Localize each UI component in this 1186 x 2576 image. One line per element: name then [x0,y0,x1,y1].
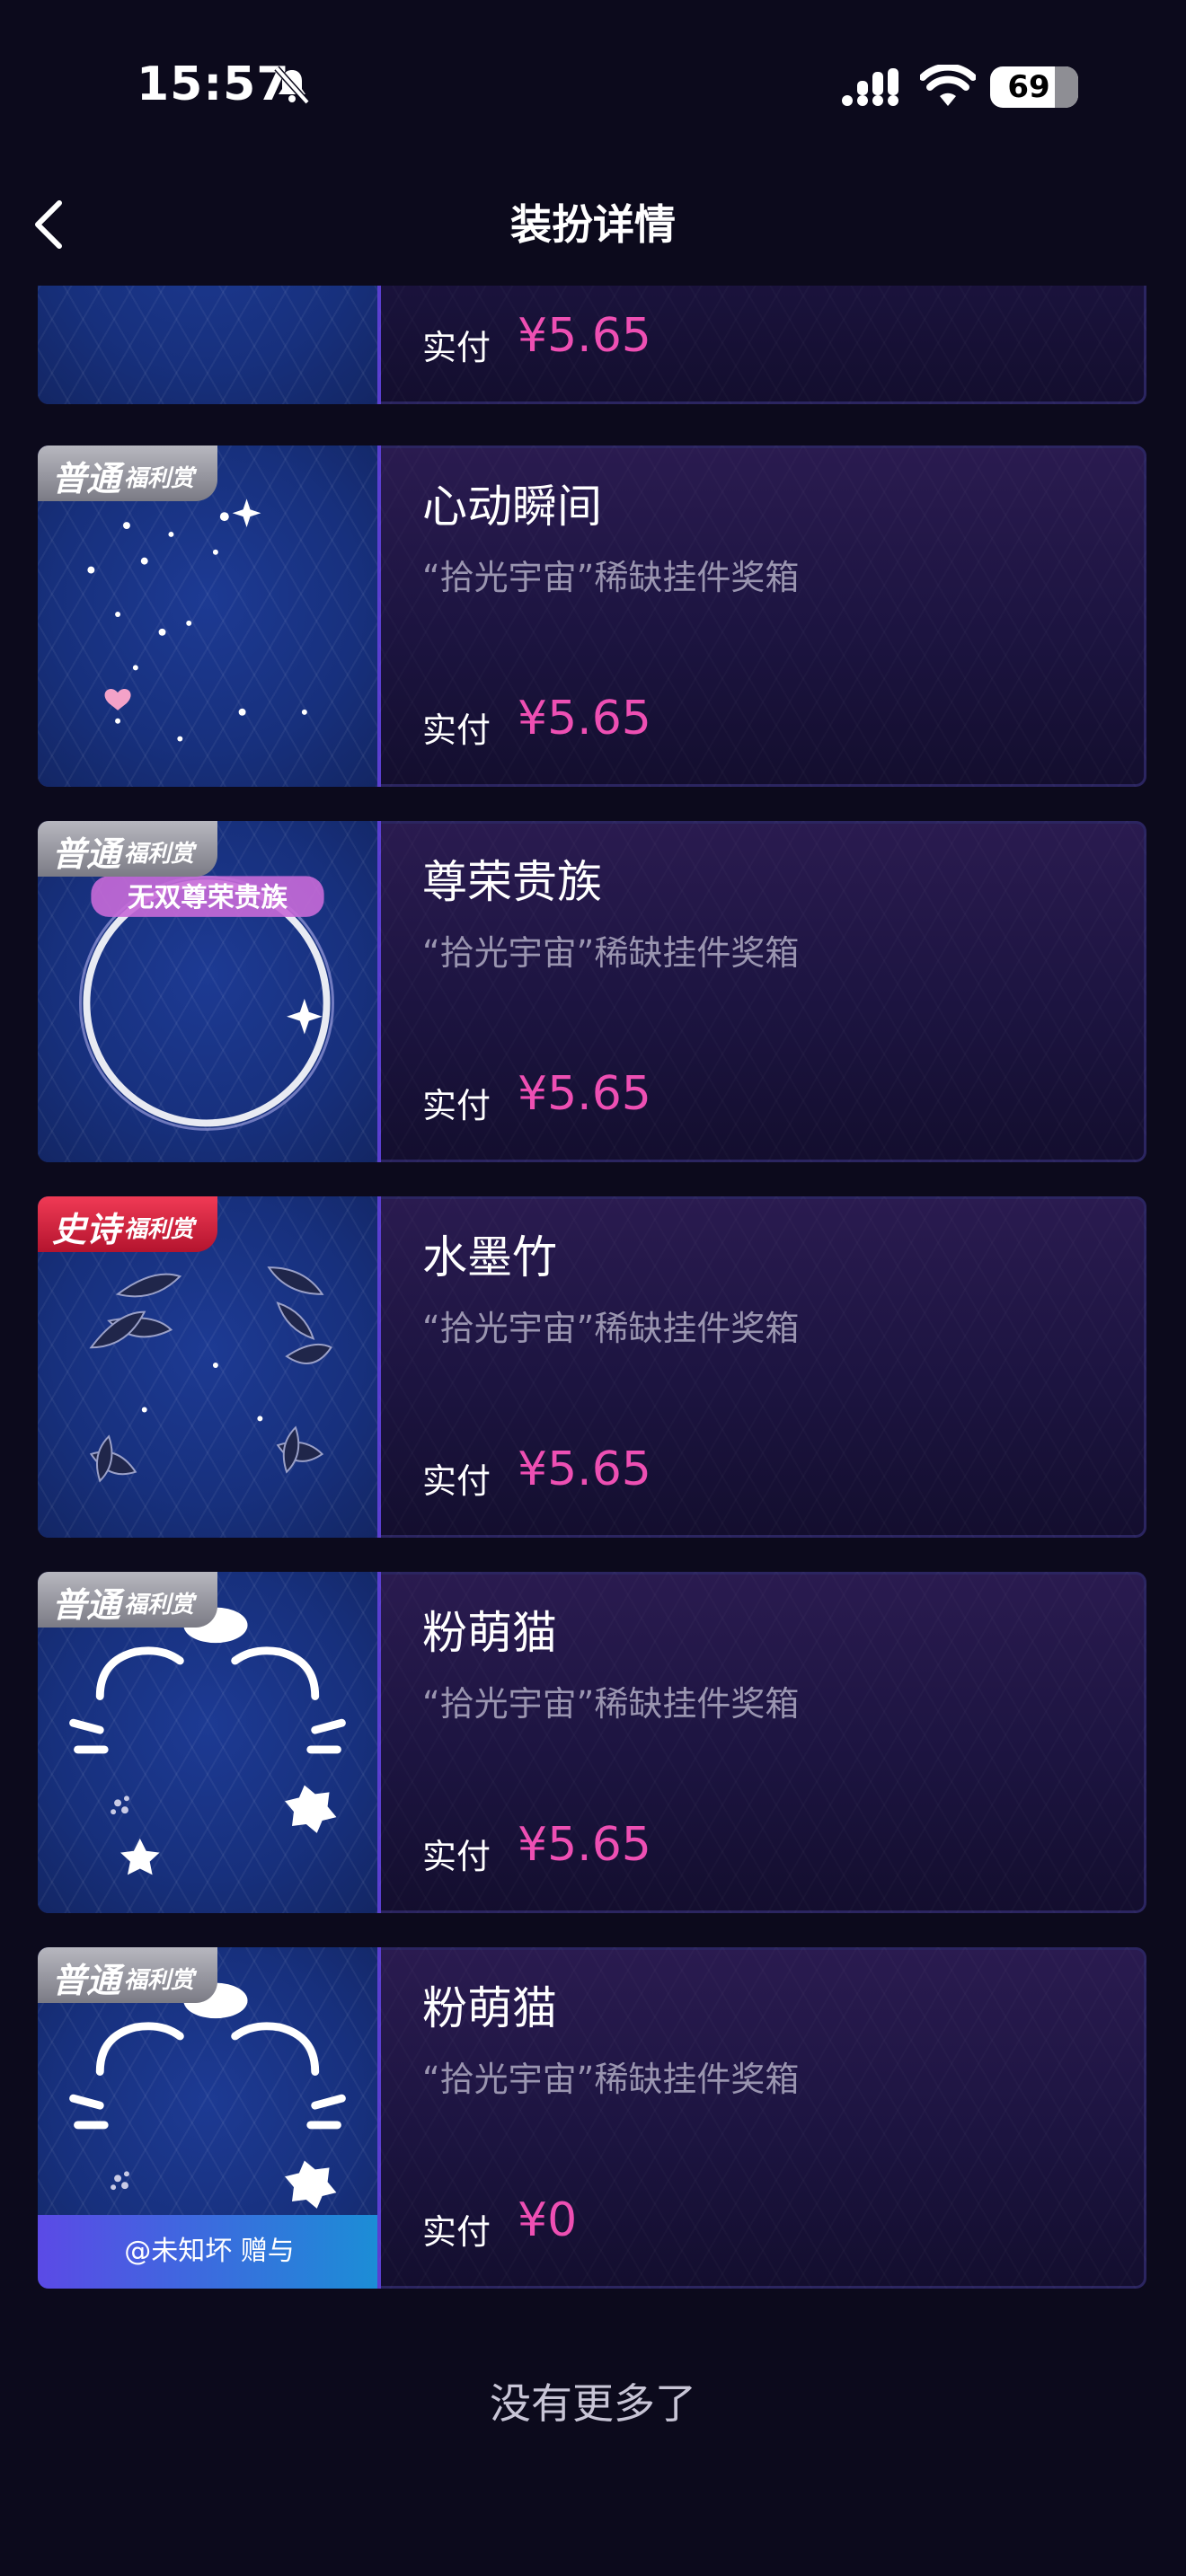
pay-label: 实付 [422,2212,491,2252]
list-item[interactable]: 普通 福利赏 @未知坏 赠与 粉萌猫 “拾光宇宙”稀缺挂件奖箱 实付 ¥0 [38,1947,1146,2289]
rarity-badge: 普通 福利赏 [38,1947,217,2003]
ring-banner-text: 无双尊荣贵族 [128,881,288,913]
status-bar: 15:57 69 [0,0,1186,171]
item-thumbnail: 普通 福利赏 无双尊荣贵族 [38,821,381,1162]
rarity-badge: 普通 福利赏 [38,821,217,877]
list-item[interactable]: 普通 福利赏 粉萌猫 “拾光宇宙”稀缺挂件奖箱 实付 ¥5.65 [38,1572,1146,1913]
gift-sender-label: @未知坏 赠与 [38,2215,377,2289]
pay-label: 实付 [422,1837,491,1876]
price: ¥5.65 [518,692,651,745]
price: ¥5.65 [518,309,651,363]
status-time: 15:57 [137,57,290,111]
badge-type: 福利赏 [124,1216,195,1243]
price: ¥5.65 [518,1067,651,1121]
item-name: 粉萌猫 [422,1607,557,1659]
list-item[interactable]: 史诗 福利赏 水墨竹 “拾光宇宙”稀缺挂件奖箱 实付 ¥5.65 [38,1196,1146,1538]
badge-rarity: 普通 [52,834,121,874]
pay-label: 实付 [422,710,491,750]
price: ¥5.65 [518,1818,651,1872]
list-item[interactable]: 普通 福利赏 心动瞬间 “拾光宇宙”稀缺挂件奖箱 实付 ¥5.65 [38,446,1146,787]
item-description: “拾光宇宙”稀缺挂件奖箱 [422,2060,800,2099]
badge-type: 福利赏 [124,1967,195,1994]
battery-indicator: 69 [990,66,1078,108]
navigation-bar: 装扮详情 [0,171,1186,278]
mute-bell-icon [274,66,310,105]
page-title: 装扮详情 [510,200,676,249]
item-description: “拾光宇宙”稀缺挂件奖箱 [422,558,800,597]
badge-type: 福利赏 [124,1592,195,1619]
end-of-list-text: 没有更多了 [490,2379,696,2428]
price: ¥5.65 [518,1442,651,1496]
battery-level: 69 [1007,69,1050,105]
badge-rarity: 普通 [52,1585,121,1625]
badge-rarity: 普通 [52,459,121,498]
rarity-badge: 普通 福利赏 [38,1572,217,1628]
item-thumbnail: 普通 福利赏 [38,1572,381,1913]
item-thumbnail: 史诗 福利赏 [38,1196,381,1538]
item-thumbnail: 普通 福利赏 @未知坏 赠与 [38,1947,381,2289]
badge-type: 福利赏 [124,465,195,492]
item-name: 粉萌猫 [422,1982,557,2034]
item-description: “拾光宇宙”稀缺挂件奖箱 [422,1684,800,1724]
badge-rarity: 普通 [52,1961,121,2000]
item-thumbnail: 普通 福利赏 [38,446,381,787]
list-item[interactable]: 普通 福利赏 无双尊荣贵族 尊荣贵族 “拾光宇宙”稀缺挂件奖箱 实付 ¥5.65 [38,821,1146,1162]
item-description: “拾光宇宙”稀缺挂件奖箱 [422,933,800,973]
pay-label: 实付 [422,328,491,367]
badge-rarity: 史诗 [52,1210,121,1249]
cellular-signal-icon [842,68,898,106]
list-item[interactable]: 实付 ¥5.65 [38,286,1146,404]
item-thumbnail [38,286,381,404]
item-name: 尊荣贵族 [422,856,602,908]
price: ¥0 [518,2193,578,2247]
item-name: 心动瞬间 [422,481,602,533]
item-description: “拾光宇宙”稀缺挂件奖箱 [422,1309,800,1348]
wifi-icon [920,65,976,106]
rarity-badge: 普通 福利赏 [38,446,217,501]
item-name: 水墨竹 [422,1231,557,1284]
pay-label: 实付 [422,1461,491,1501]
pay-label: 实付 [422,1086,491,1125]
badge-type: 福利赏 [124,841,195,868]
item-list: 实付 ¥5.65 普通 福利赏 心动瞬间 “拾光宇宙”稀缺挂件奖箱 实付 ¥5.… [0,286,1186,2333]
rarity-badge: 史诗 福利赏 [38,1196,217,1252]
back-chevron-icon[interactable] [23,198,77,251]
